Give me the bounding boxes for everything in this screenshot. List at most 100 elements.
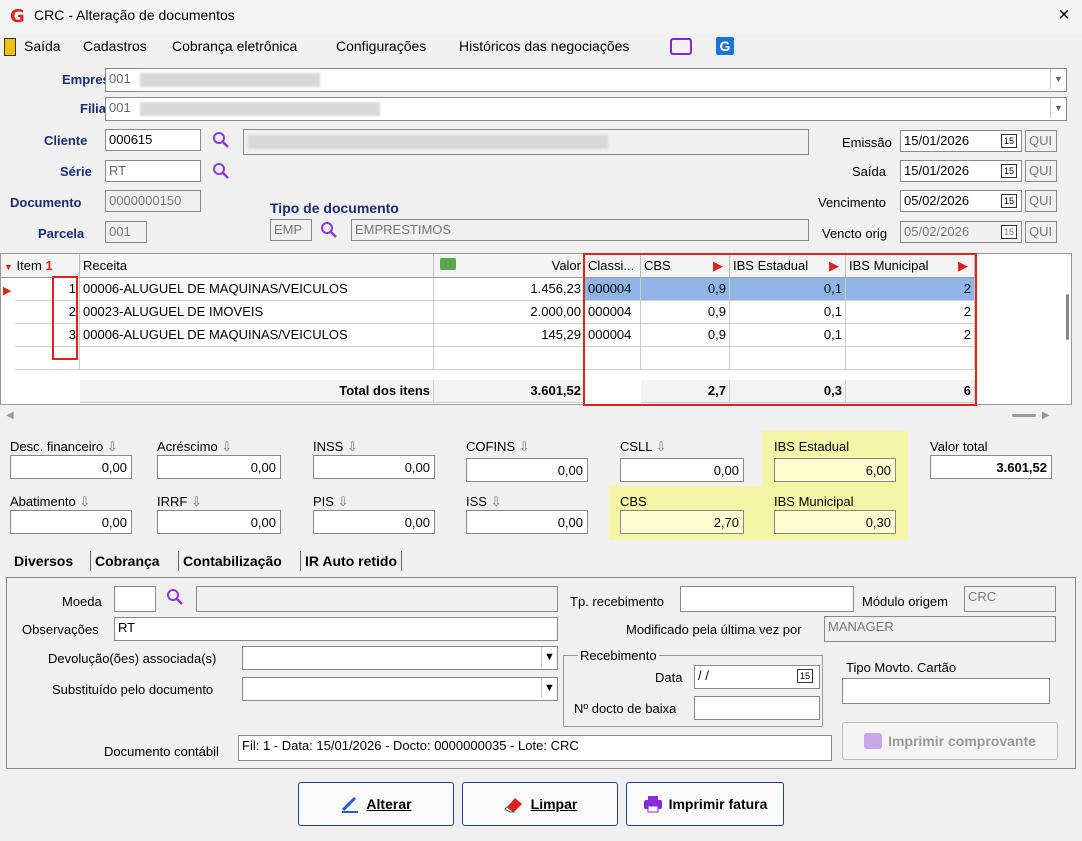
- exit-door-icon[interactable]: [4, 38, 16, 56]
- vencimento-input[interactable]: 05/02/2026 15: [900, 190, 1022, 212]
- calendar-icon[interactable]: 15: [1001, 164, 1017, 178]
- chevron-down-icon[interactable]: ▼: [541, 678, 557, 698]
- pis-input[interactable]: 0,00: [313, 510, 435, 534]
- abatimento-input[interactable]: 0,00: [10, 510, 132, 534]
- chevron-down-icon[interactable]: ▼: [541, 647, 557, 667]
- menu-cobranca-eletronica[interactable]: Cobrança eletrônica: [172, 38, 297, 54]
- tab-cobranca[interactable]: Cobrança: [90, 551, 164, 571]
- cell-empty[interactable]: [80, 347, 434, 370]
- filial-select[interactable]: 001 ▼: [105, 97, 1067, 121]
- cell-ibs-est[interactable]: 0,1: [730, 301, 846, 324]
- cell-classi[interactable]: 000004: [585, 324, 641, 347]
- saida-input[interactable]: 15/01/2026 15: [900, 160, 1022, 182]
- tp-recebimento-input[interactable]: [680, 586, 854, 612]
- imprimir-comprovante-button[interactable]: Imprimir comprovante: [842, 722, 1058, 760]
- col-valor-header[interactable]: Valor: [434, 254, 585, 278]
- cell-ibs-mun[interactable]: 2: [846, 278, 975, 301]
- emissao-input[interactable]: 15/01/2026 15: [900, 130, 1022, 152]
- observacoes-input[interactable]: RT: [114, 617, 558, 641]
- cell-empty[interactable]: [15, 347, 80, 370]
- cofins-input[interactable]: 0,00: [466, 458, 588, 482]
- chevron-down-icon[interactable]: ▼: [1050, 98, 1066, 118]
- tab-diversos[interactable]: Diversos: [10, 551, 77, 571]
- search-icon[interactable]: [212, 131, 230, 149]
- tipo-movto-input[interactable]: [842, 678, 1050, 704]
- calendar-icon[interactable]: 15: [1001, 194, 1017, 208]
- search-icon[interactable]: [320, 221, 338, 239]
- cell-item[interactable]: 3: [15, 324, 80, 347]
- moeda-input[interactable]: [114, 586, 156, 612]
- cell-classi[interactable]: 000004: [585, 301, 641, 324]
- cell-empty[interactable]: [585, 347, 641, 370]
- ibs-mun-label: IBS Municipal: [774, 494, 854, 509]
- col-receita-header[interactable]: Receita: [80, 254, 434, 278]
- vertical-scrollbar[interactable]: [1066, 294, 1069, 340]
- irrf-input[interactable]: 0,00: [157, 510, 281, 534]
- data-input[interactable]: / / 15: [694, 665, 820, 689]
- cell-empty[interactable]: [641, 347, 730, 370]
- cell-cbs[interactable]: 0,9: [641, 301, 730, 324]
- cell-classi[interactable]: 000004: [585, 278, 641, 301]
- scroll-right-icon[interactable]: ▶: [1042, 410, 1050, 421]
- imprimir-fatura-button[interactable]: Imprimir fatura: [626, 782, 784, 826]
- csll-input[interactable]: 0,00: [620, 458, 744, 482]
- cell-receita[interactable]: 00023-ALUGUEL DE IMOVEIS: [80, 301, 434, 324]
- scroll-left-icon[interactable]: ◀: [6, 410, 14, 421]
- cell-valor[interactable]: 2.000,00: [434, 301, 585, 324]
- cell-cbs[interactable]: 0,9: [641, 324, 730, 347]
- g-logo-icon[interactable]: G: [716, 37, 734, 55]
- col-item-header[interactable]: ▼ Item 1: [1, 254, 80, 278]
- cell-empty[interactable]: [730, 347, 846, 370]
- tab-ir-auto-retido[interactable]: IR Auto retido: [300, 551, 403, 571]
- desc-fin-input[interactable]: 0,00: [10, 455, 132, 479]
- horizontal-scrollbar[interactable]: [1012, 414, 1036, 417]
- limpar-button[interactable]: Limpar: [462, 782, 618, 826]
- close-button[interactable]: ×: [1052, 4, 1076, 27]
- substituido-select[interactable]: ▼: [242, 677, 558, 701]
- calendar-icon[interactable]: 15: [797, 669, 813, 683]
- search-icon[interactable]: [212, 162, 230, 180]
- iss-input[interactable]: 0,00: [466, 510, 588, 534]
- col-ibs-est-header[interactable]: IBS Estadual ▶: [730, 254, 846, 278]
- ibs-est-input[interactable]: 6,00: [774, 458, 896, 482]
- col-cbs-header[interactable]: CBS ▶: [641, 254, 730, 278]
- search-icon[interactable]: [166, 588, 184, 606]
- monitor-icon[interactable]: [670, 38, 692, 55]
- cell-valor[interactable]: 145,29: [434, 324, 585, 347]
- ibs-mun-input[interactable]: 0,30: [774, 510, 896, 534]
- inss-input[interactable]: 0,00: [313, 455, 435, 479]
- cbs-input[interactable]: 2,70: [620, 510, 744, 534]
- cell-cbs[interactable]: 0,9: [641, 278, 730, 301]
- cell-item[interactable]: 2: [15, 301, 80, 324]
- documento-label: Documento: [10, 195, 82, 210]
- menu-saida[interactable]: Saída: [24, 38, 61, 54]
- cell-ibs-mun[interactable]: 2: [846, 324, 975, 347]
- devolucao-select[interactable]: ▼: [242, 646, 558, 670]
- cell-ibs-mun[interactable]: 2: [846, 301, 975, 324]
- alterar-button[interactable]: Alterar: [298, 782, 454, 826]
- ndocto-input[interactable]: [694, 696, 820, 720]
- calendar-icon[interactable]: 15: [1001, 134, 1017, 148]
- serie-input[interactable]: RT: [105, 160, 201, 182]
- menu-historicos[interactable]: Históricos das negociações: [459, 38, 629, 54]
- cell-valor[interactable]: 1.456,23: [434, 278, 585, 301]
- cell-empty[interactable]: [846, 347, 975, 370]
- cell-item[interactable]: 1: [15, 278, 80, 301]
- cell-receita[interactable]: 00006-ALUGUEL DE MAQUINAS/VEICULOS: [80, 278, 434, 301]
- items-grid[interactable]: ▼ Item 1 Receita Valor Classi... CBS ▶ IB…: [0, 253, 1072, 405]
- acrescimo-input[interactable]: 0,00: [157, 455, 281, 479]
- tab-contabilizacao[interactable]: Contabilização: [178, 551, 286, 571]
- menu-configuracoes[interactable]: Configurações: [336, 38, 426, 54]
- cell-empty[interactable]: [434, 347, 585, 370]
- col-ibs-mun-header[interactable]: IBS Municipal ▶: [846, 254, 975, 278]
- cliente-input[interactable]: 000615: [105, 129, 201, 151]
- cell-ibs-est[interactable]: 0,1: [730, 324, 846, 347]
- money-icon: [440, 258, 456, 270]
- chevron-down-icon[interactable]: ▼: [1050, 69, 1066, 89]
- valor-total-input: 3.601,52: [930, 455, 1052, 479]
- cell-receita[interactable]: 00006-ALUGUEL DE MAQUINAS/VEICULOS: [80, 324, 434, 347]
- col-classi-header[interactable]: Classi...: [585, 254, 641, 278]
- empresa-select[interactable]: 001 ▼: [105, 68, 1067, 92]
- menu-cadastros[interactable]: Cadastros: [83, 38, 147, 54]
- cell-ibs-est[interactable]: 0,1: [730, 278, 846, 301]
